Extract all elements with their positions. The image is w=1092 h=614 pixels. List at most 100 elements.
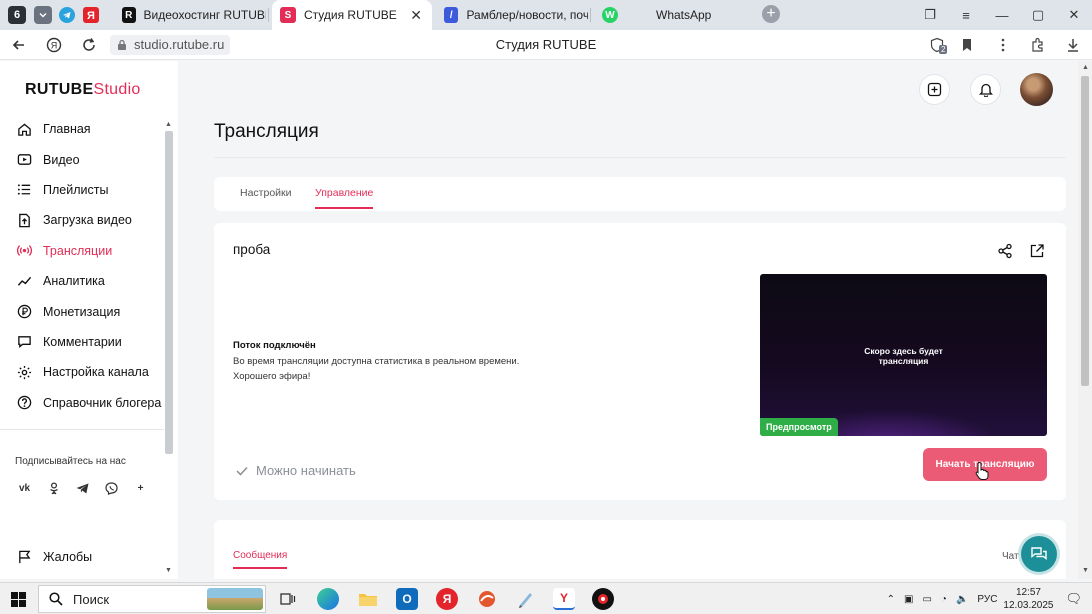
tab-count-badge[interactable]: 6 — [8, 6, 26, 24]
sidebar: RUTUBEStudio Главная Видео Плейлисты Заг… — [0, 61, 178, 579]
tab-rutube-video[interactable]: R Видеохостинг RUTUBE. С — [114, 0, 266, 30]
more-icon[interactable] — [995, 37, 1011, 53]
yandex-home-icon[interactable]: Я — [46, 37, 62, 53]
volume-icon[interactable]: 🔈 — [956, 594, 968, 605]
notifications-button[interactable] — [970, 74, 1001, 105]
tab-separator — [268, 8, 269, 22]
studio-page: RUTUBEStudio Главная Видео Плейлисты Заг… — [0, 61, 1092, 579]
app-pen-icon[interactable] — [515, 588, 537, 610]
tab-messages[interactable]: Сообщения — [233, 550, 287, 561]
bell-icon — [978, 83, 993, 97]
clock-date: 12.03.2025 — [1003, 600, 1054, 611]
telegram-icon[interactable] — [73, 479, 92, 498]
outlook-icon[interactable]: O — [396, 588, 418, 610]
viber-icon[interactable] — [102, 479, 121, 498]
menu-icon[interactable]: ≡ — [948, 8, 984, 23]
sidebar-item-analytics[interactable]: Аналитика — [0, 266, 164, 296]
new-tab-button[interactable]: + — [762, 5, 780, 23]
bookmark-icon[interactable] — [959, 37, 975, 53]
file-explorer-icon[interactable] — [357, 588, 379, 610]
monetization-icon — [17, 304, 32, 319]
more-socials-icon[interactable]: + — [131, 479, 150, 498]
app-orange-icon[interactable] — [476, 588, 498, 610]
clock-time: 12:57 — [1015, 587, 1041, 598]
tab-title: WhatsApp — [656, 8, 712, 22]
windows-start-icon[interactable] — [11, 592, 26, 607]
sidebar-item-video[interactable]: Видео — [0, 144, 164, 174]
tray-display-icon[interactable]: ▭ — [922, 594, 931, 605]
extensions-icon[interactable] — [1030, 37, 1046, 53]
reload-icon[interactable] — [81, 37, 97, 53]
open-external-icon[interactable] — [1029, 243, 1045, 259]
restore-icon[interactable]: ▢ — [1020, 7, 1056, 23]
taskbar-search[interactable]: Поиск — [38, 585, 266, 613]
rutube-studio-logo[interactable]: RUTUBEStudio — [25, 81, 141, 99]
window-controls: ❐ ≡ — ▢ ✕ — [912, 0, 1092, 30]
tab-rambler[interactable]: / Рамблер/новости, почта — [436, 0, 588, 30]
support-chat-button[interactable] — [1021, 536, 1057, 572]
yandex-icon[interactable]: Я — [436, 588, 458, 610]
active-tab-underline — [315, 207, 373, 209]
notification-center-icon[interactable]: 🗨 — [1065, 591, 1082, 607]
browser-tab-bar: 6 Я R Видеохостинг RUTUBE. С S Студия RU… — [0, 0, 1092, 30]
broadcast-icon — [17, 245, 32, 257]
tab-rutube-studio[interactable]: S Студия RUTUBE ✕ — [272, 0, 432, 30]
stream-status-text: Во время трансляции доступна статистика … — [233, 356, 520, 367]
sidebar-item-complaints[interactable]: Жалобы — [17, 549, 92, 564]
language-indicator[interactable]: РУС — [977, 594, 997, 605]
sidebar-item-broadcasts[interactable]: Трансляции — [0, 236, 164, 266]
video-icon — [17, 154, 32, 165]
page-scroll-thumb[interactable] — [1081, 76, 1089, 386]
stream-preview[interactable]: Скоро здесь будет трансляция Предпросмот… — [760, 274, 1047, 436]
page-scrollbar[interactable]: ▲ ▼ — [1078, 61, 1092, 579]
sidebar-scrollbar[interactable]: ▲ ▼ — [164, 121, 174, 576]
tabs-overview-icon[interactable]: ❐ — [912, 7, 948, 23]
tray-expand-icon[interactable]: ⌃ — [887, 594, 895, 605]
close-tab-icon[interactable]: ✕ — [410, 8, 422, 22]
stream-card: проба Поток подключён Во время трансляци… — [214, 223, 1066, 500]
clock[interactable]: 12:57 12.03.2025 — [1003, 586, 1053, 612]
tab-whatsapp[interactable]: W WhatsApp — [594, 0, 754, 30]
sidebar-item-blogger-guide[interactable]: Справочник блогера — [0, 388, 164, 418]
edge-icon[interactable] — [317, 588, 339, 610]
tab-settings[interactable]: Настройки — [240, 187, 292, 199]
add-video-icon — [927, 82, 942, 97]
download-icon[interactable] — [1065, 37, 1081, 53]
upload-icon — [19, 213, 30, 228]
sidebar-scroll-thumb[interactable] — [165, 131, 173, 454]
chevron-down-icon[interactable] — [34, 6, 52, 24]
close-window-icon[interactable]: ✕ — [1056, 7, 1092, 23]
avatar[interactable] — [1020, 73, 1053, 106]
tab-chat[interactable]: Чат — [1002, 551, 1019, 562]
sidebar-item-comments[interactable]: Комментарии — [0, 327, 164, 357]
stream-tabs: Настройки Управление — [214, 177, 1066, 211]
sidebar-item-monetization[interactable]: Монетизация — [0, 296, 164, 326]
wifi-icon[interactable]: ◔ — [941, 594, 947, 605]
telegram-pinned-tab-icon[interactable] — [58, 6, 76, 24]
check-icon — [236, 466, 248, 476]
create-button[interactable] — [919, 74, 950, 105]
share-icon[interactable] — [997, 243, 1013, 259]
yandex-pinned-tab-icon[interactable]: Я — [82, 6, 100, 24]
minimize-icon[interactable]: — — [984, 8, 1020, 23]
url-field[interactable]: studio.rutube.ru — [110, 35, 231, 55]
odnoklassniki-icon[interactable] — [44, 479, 63, 498]
task-view-icon[interactable] — [277, 588, 299, 610]
tab-management[interactable]: Управление — [315, 187, 373, 199]
sidebar-item-home[interactable]: Главная — [0, 114, 164, 144]
vk-icon[interactable]: vk — [15, 479, 34, 498]
search-placeholder: Поиск — [73, 591, 110, 607]
search-icon — [49, 592, 63, 606]
sidebar-item-playlists[interactable]: Плейлисты — [0, 175, 164, 205]
sidebar-item-label: Трансляции — [43, 243, 113, 258]
sidebar-item-upload[interactable]: Загрузка видео — [0, 205, 164, 235]
app-circle-icon[interactable] — [592, 588, 614, 610]
subscribe-label: Подписывайтесь на нас — [15, 456, 126, 467]
tray-app-icon[interactable]: ▣ — [904, 594, 913, 605]
back-icon[interactable] — [11, 37, 27, 53]
windows-taskbar: Поиск O Я Y ⌃ ▣ ▭ ◔ 🔈 РУС 12:57 12.03.20… — [0, 582, 1092, 614]
hand-cursor-icon — [975, 461, 989, 480]
sidebar-item-channel-settings[interactable]: Настройка канала — [0, 357, 164, 387]
address-bar: Я studio.rutube.ru Студия RUTUBE 2 — [0, 30, 1092, 60]
yandex-browser-icon[interactable]: Y — [553, 588, 575, 610]
